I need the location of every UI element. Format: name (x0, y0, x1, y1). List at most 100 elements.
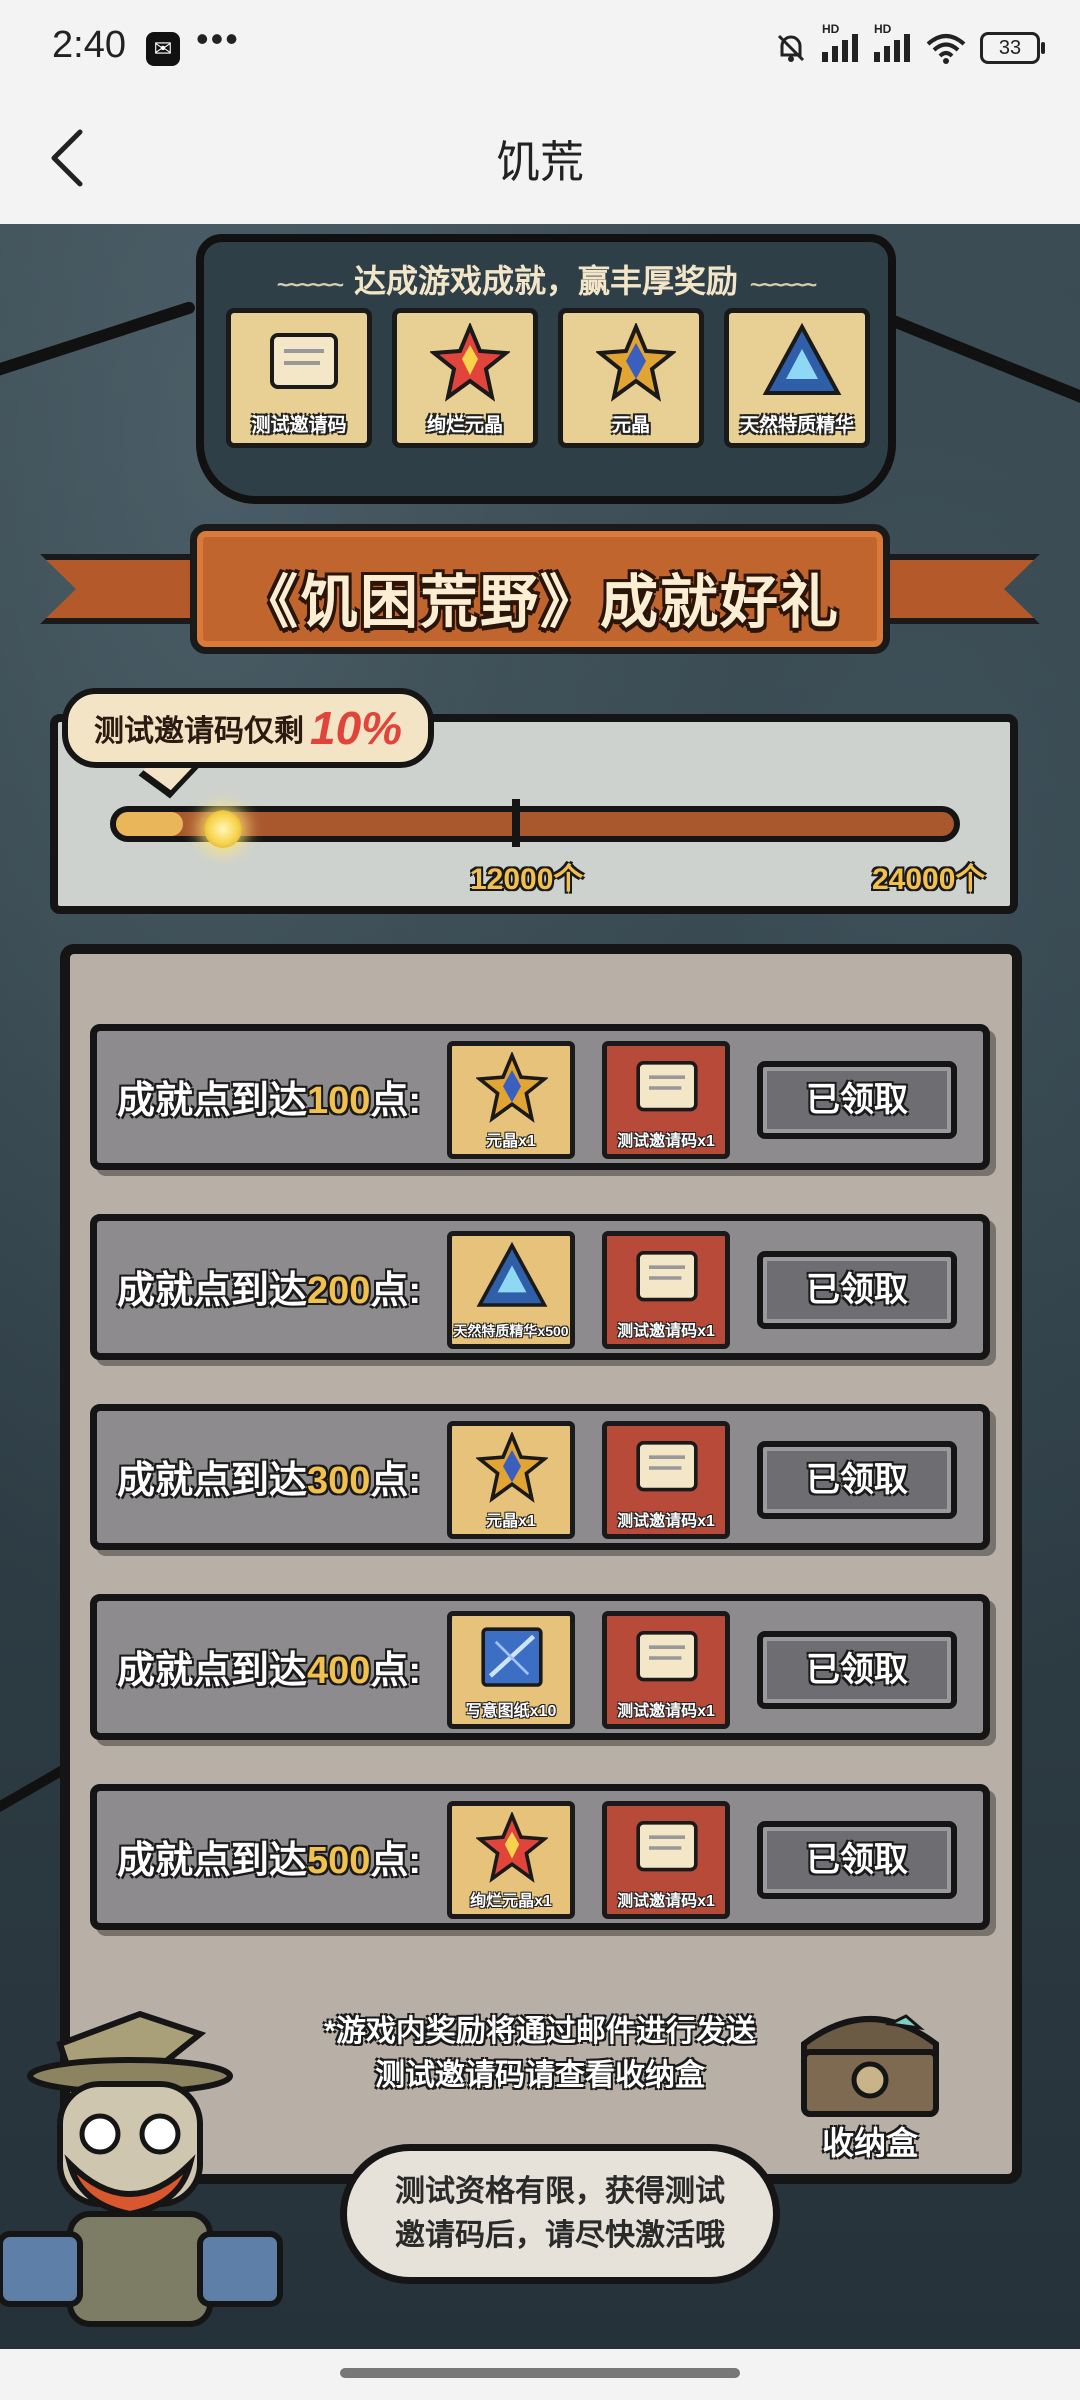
hd-label-2: HD (874, 21, 892, 36)
mail-notice-line1: *游戏内奖励将通过邮件进行发送 (324, 2015, 756, 2048)
remaining-percent: 10% (310, 702, 403, 754)
reward-item-invite-code: 测试邀请码 (226, 308, 372, 448)
brilliant-crystal-icon (430, 323, 510, 402)
achievement-label: 成就点到达300点: (117, 1460, 422, 1502)
reward-item-label: 元晶 (611, 415, 650, 436)
blueprint-icon (481, 1627, 543, 1687)
treasure-chest-icon (801, 2014, 939, 2117)
hd-label-1: HD (822, 21, 840, 36)
reward-item: 元晶x1 (447, 1041, 575, 1159)
reward-item-caption: 测试邀请码x1 (617, 1133, 715, 1150)
reward-item: 测试邀请码x1 (602, 1041, 730, 1159)
star-crystal-icon (596, 323, 676, 402)
star-crystal-icon (476, 1432, 548, 1503)
status-bar: 2:40 ✉ ••• HD HD 33 (0, 0, 1080, 96)
reward-item: 绚烂元晶x1 (447, 1801, 575, 1919)
reward-item-list: 测试邀请码 绚烂元晶 元晶 天然特质精华 (226, 308, 870, 448)
achievement-points: 400 (307, 1650, 371, 1692)
achievement-row: 成就点到达200点: 天然特质精华x500 测试邀请码x1 已领取 (90, 1214, 990, 1360)
scroll-icon (636, 1441, 698, 1492)
reward-item-essence: 天然特质精华 (724, 308, 870, 448)
mail-notice: *游戏内奖励将通过邮件进行发送 测试邀请码请查看收纳盒 (300, 2010, 780, 2098)
battery-icon: 33 (980, 32, 1045, 64)
achievement-points: 100 (307, 1080, 371, 1122)
scroll-icon (636, 1631, 698, 1682)
background-branch (885, 313, 1080, 407)
achievement-label: 成就点到达200点: (117, 1270, 422, 1312)
progress-mid-label: 12000个 (470, 863, 584, 896)
progress-end-label: 24000个 (872, 863, 986, 896)
app-header: 饥荒 (0, 96, 1080, 224)
progress-midpoint-tick (512, 799, 520, 847)
reward-item: 测试邀请码x1 (602, 1231, 730, 1349)
page-title: 饥荒 (496, 138, 584, 187)
more-notifications-icon: ••• (196, 18, 240, 59)
claimed-button[interactable]: 已领取 (757, 1631, 957, 1709)
reward-heading: 达成游戏成就，赢丰厚奖励 (204, 256, 888, 302)
progress-fill (116, 812, 184, 836)
signal-1-icon: HD (822, 22, 860, 65)
achievement-row: 成就点到达500点: 绚烂元晶x1 测试邀请码x1 已领取 (90, 1784, 990, 1930)
achievement-row: 成就点到达400点: 写意图纸x10 测试邀请码x1 已领取 (90, 1594, 990, 1740)
reward-item-caption: 元晶x1 (486, 1513, 536, 1530)
reward-item: 测试邀请码x1 (602, 1801, 730, 1919)
reward-item: 测试邀请码x1 (602, 1611, 730, 1729)
scientist-character-illustration (0, 2004, 290, 2334)
claimed-button[interactable]: 已领取 (757, 1821, 957, 1899)
reward-item-caption: 天然特质精华x500 (453, 1323, 569, 1339)
event-title-banner: 《饥困荒野》成就好礼 (40, 514, 1040, 674)
scroll-icon (270, 333, 338, 389)
claimed-button[interactable]: 已领取 (757, 1251, 957, 1329)
blue-gem-icon (762, 323, 842, 395)
remaining-text: 测试邀请码仅剩 (94, 715, 304, 748)
reward-item-crystal: 元晶 (558, 308, 704, 448)
reward-item: 测试邀请码x1 (602, 1421, 730, 1539)
reward-item-caption: 测试邀请码x1 (617, 1513, 715, 1530)
character-icon (0, 2010, 283, 2327)
reward-item-brilliant-crystal: 绚烂元晶 (392, 308, 538, 448)
banner-plate: 《饥困荒野》成就好礼 (190, 524, 890, 654)
speech-line2: 邀请码后，请尽快激活哦 (395, 2219, 725, 2252)
mail-notice-line2: 测试邀请码请查看收纳盒 (375, 2059, 705, 2092)
event-title: 《饥困荒野》成就好礼 (239, 570, 840, 635)
home-indicator[interactable] (340, 2368, 740, 2378)
remaining-bubble: 测试邀请码仅剩 10% (62, 688, 435, 768)
achievement-points: 300 (307, 1460, 371, 1502)
achievement-label: 成就点到达100点: (117, 1080, 422, 1122)
reward-item-caption: 测试邀请码x1 (617, 1703, 715, 1720)
reward-item-label: 绚烂元晶 (426, 415, 503, 436)
speech-line1: 测试资格有限，获得测试 (395, 2175, 725, 2208)
achievement-points: 200 (307, 1270, 371, 1312)
app-notification-icon: ✉ (146, 32, 180, 66)
status-indicators: HD HD 33 (774, 22, 1045, 70)
storage-box-label: 收纳盒 (821, 2125, 918, 2161)
character-speech-bubble: 测试资格有限，获得测试 邀请码后，请尽快激活哦 (340, 2144, 780, 2284)
achievement-points: 500 (307, 1840, 371, 1882)
storage-box-button[interactable]: 收纳盒 (780, 1994, 960, 2164)
reward-item-caption: 绚烂元晶x1 (470, 1893, 552, 1910)
reward-item: 元晶x1 (447, 1421, 575, 1539)
scroll-icon (636, 1061, 698, 1112)
reward-preview-panel: 达成游戏成就，赢丰厚奖励 测试邀请码 绚烂元晶 元晶 天然特质精华 (196, 234, 896, 504)
reward-item-caption: 测试邀请码x1 (617, 1893, 715, 1910)
background-branch (0, 300, 197, 380)
brilliant-crystal-icon (476, 1812, 548, 1883)
scroll-icon (636, 1821, 698, 1872)
reward-item: 天然特质精华x500 (447, 1231, 575, 1349)
achievement-row: 成就点到达100点: 元晶x1 测试邀请码x1 已领取 (90, 1024, 990, 1170)
wifi-icon (926, 34, 966, 64)
reward-item-caption: 测试邀请码x1 (617, 1323, 715, 1340)
event-page: 达成游戏成就，赢丰厚奖励 测试邀请码 绚烂元晶 元晶 天然特质精华 《 (0, 224, 1080, 2349)
claimed-button[interactable]: 已领取 (757, 1441, 957, 1519)
reward-item-label: 天然特质精华 (739, 415, 854, 436)
reward-item: 写意图纸x10 (447, 1611, 575, 1729)
star-crystal-icon (476, 1052, 548, 1123)
reward-item-caption: 元晶x1 (486, 1133, 536, 1150)
mute-bell-icon (777, 34, 805, 62)
status-time: 2:40 (52, 24, 126, 66)
claimed-button[interactable]: 已领取 (757, 1061, 957, 1139)
reward-item-caption: 写意图纸x10 (465, 1703, 557, 1720)
reward-item-label: 测试邀请码 (251, 415, 347, 436)
achievement-row: 成就点到达300点: 元晶x1 测试邀请码x1 已领取 (90, 1404, 990, 1550)
progress-knob-icon (204, 810, 243, 848)
